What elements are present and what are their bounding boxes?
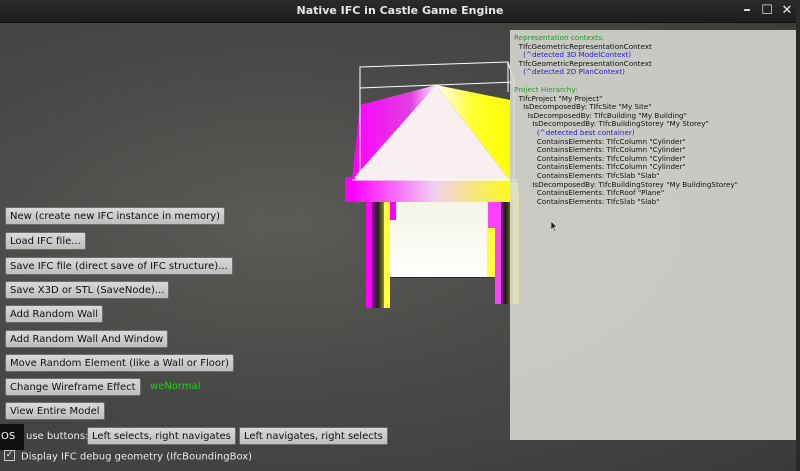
save-ifc-button[interactable]: Save IFC file (direct save of IFC struct… <box>5 257 233 275</box>
move-random-element-button[interactable]: Move Random Element (like a Wall or Floo… <box>5 354 234 372</box>
add-random-wall-button[interactable]: Add Random Wall <box>5 305 104 323</box>
hierarchy-list: TIfcProject "My Project" IsDecomposedBy:… <box>514 94 796 207</box>
column-left <box>366 188 390 308</box>
left-selects-button[interactable]: Left selects, right navigates <box>87 427 236 445</box>
debug-geometry-checkbox[interactable]: ✓ <box>4 450 15 461</box>
back-wall <box>388 198 496 278</box>
window-title: Native IFC in Castle Game Engine <box>296 4 504 17</box>
title-bar: Native IFC in Castle Game Engine – ☐ ✕ <box>0 0 800 23</box>
context-line: (^detected 2D PlanContext) <box>514 67 625 77</box>
close-icon[interactable]: ✕ <box>778 2 796 20</box>
view-entire-model-button[interactable]: View Entire Model <box>5 402 105 420</box>
mouse-cursor-icon <box>551 221 558 233</box>
left-navigates-button[interactable]: Left navigates, right selects <box>239 427 388 445</box>
wireframe-effect-value: weNormal <box>150 381 201 392</box>
load-ifc-button[interactable]: Load IFC file... <box>5 232 86 250</box>
ifc-info-panel: Representation contexts: TIfcGeometricRe… <box>510 30 796 440</box>
os-badge: OS <box>0 424 24 450</box>
minimize-icon[interactable]: – <box>738 2 756 20</box>
debug-geometry-label: Display IFC debug geometry (IfcBoundingB… <box>21 451 253 463</box>
hierarchy-line: ContainsElements: TIfcSlab "Slab" <box>514 196 660 206</box>
contexts-list: TIfcGeometricRepresentationContext (^det… <box>514 42 796 77</box>
roof <box>345 85 518 202</box>
change-wireframe-button[interactable]: Change Wireframe Effect <box>5 378 141 396</box>
window-edge <box>796 0 800 471</box>
mouse-buttons-label: use buttons: <box>26 431 89 442</box>
debug-geometry-row[interactable]: ✓ Display IFC debug geometry (IfcBounding… <box>4 450 253 463</box>
add-wall-window-button[interactable]: Add Random Wall And Window <box>5 330 169 348</box>
save-x3d-button[interactable]: Save X3D or STL (SaveNode)... <box>5 281 170 299</box>
new-ifc-button[interactable]: New (create new IFC instance in memory) <box>5 207 226 225</box>
maximize-icon[interactable]: ☐ <box>758 2 776 20</box>
